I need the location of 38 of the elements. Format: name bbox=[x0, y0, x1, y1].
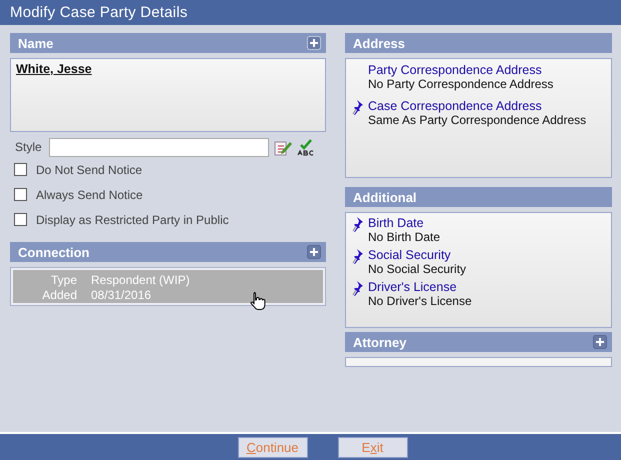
item-link[interactable]: Case Correspondence Address bbox=[368, 99, 586, 113]
item-value: No Party Correspondence Address bbox=[368, 77, 554, 91]
checkbox-label: Always Send Notice bbox=[36, 188, 143, 202]
checkbox[interactable] bbox=[14, 213, 27, 226]
style-field[interactable] bbox=[49, 138, 269, 156]
field-label: Added bbox=[42, 288, 77, 302]
checkbox-label: Do Not Send Notice bbox=[36, 162, 142, 176]
spellcheck-icon[interactable] bbox=[297, 138, 315, 156]
checkbox[interactable] bbox=[14, 188, 27, 201]
item-value: No Driver's License bbox=[368, 294, 472, 308]
section-header: Attorney bbox=[345, 332, 612, 352]
field-label: Type bbox=[50, 273, 77, 287]
section-header: Address bbox=[345, 33, 612, 53]
pushpin-icon bbox=[351, 216, 365, 232]
checkbox[interactable] bbox=[14, 163, 27, 176]
field-value: 08/31/2016 bbox=[91, 288, 152, 302]
section-header: Name bbox=[10, 33, 326, 53]
section-header: Connection bbox=[10, 242, 326, 262]
item-link[interactable]: Social Security bbox=[368, 248, 466, 262]
item-value: Same As Party Correspondence Address bbox=[368, 113, 586, 127]
item-value: No Birth Date bbox=[368, 230, 440, 244]
pushpin-icon bbox=[351, 99, 365, 115]
item-link[interactable]: Birth Date bbox=[368, 216, 440, 230]
item-value: No Social Security bbox=[368, 262, 466, 276]
add-icon[interactable] bbox=[307, 245, 321, 259]
checkbox-label: Display as Restricted Party in Public bbox=[36, 212, 229, 226]
item-link[interactable]: Driver's License bbox=[368, 280, 472, 294]
field-value: Respondent (WIP) bbox=[91, 273, 190, 287]
section-header: Additional bbox=[345, 187, 612, 207]
style-label: Style bbox=[15, 140, 43, 154]
item-link[interactable]: Party Correspondence Address bbox=[368, 63, 554, 77]
edit-note-icon[interactable] bbox=[274, 138, 293, 156]
pushpin-icon bbox=[351, 280, 365, 296]
hand-cursor-icon bbox=[249, 291, 268, 311]
add-icon[interactable] bbox=[593, 335, 607, 349]
pushpin-icon bbox=[351, 248, 365, 264]
window-title: Modify Case Party Details bbox=[10, 4, 188, 21]
party-name-link[interactable]: White, Jesse bbox=[16, 62, 92, 76]
